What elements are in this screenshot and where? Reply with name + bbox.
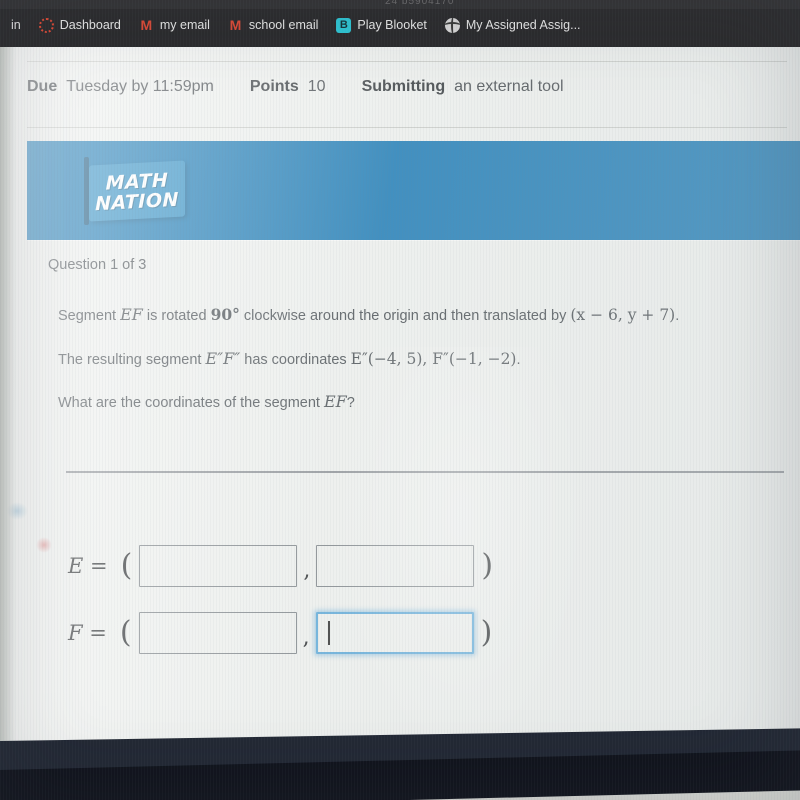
globe-icon: [444, 17, 460, 33]
photographed-screen: 24 b5904170 in Dashboard M my email M sc…: [0, 0, 800, 800]
bookmark-item-school-email[interactable]: M school email: [219, 15, 327, 36]
q3-text-b: ?: [346, 395, 355, 411]
q1-segment: EF: [120, 305, 143, 324]
answer-f-x-input[interactable]: [138, 612, 297, 654]
open-paren-f: (: [119, 615, 132, 650]
answer-e-y-input[interactable]: [316, 545, 475, 587]
q2-text-c: .: [516, 352, 521, 368]
meta-bottom-divider: [27, 127, 787, 128]
answer-f-x-wrap: [138, 612, 297, 654]
logo-line-2: NATION: [95, 188, 179, 216]
comma-e: ,: [303, 558, 311, 583]
bookmark-label: my email: [159, 18, 210, 32]
left-edge-shadow: [0, 47, 16, 747]
q2-text-b: has coordinates: [240, 352, 351, 368]
due-group: Due Tuesday by 11:59pm: [27, 78, 214, 96]
bookmark-label: My Assigned Assig...: [465, 18, 581, 32]
open-paren-e: (: [120, 548, 133, 583]
q1-text-b: is rotated: [142, 308, 211, 324]
assignment-meta: Due Tuesday by 11:59pm Points 10 Submitt…: [27, 67, 767, 107]
submitting-value: an external tool: [454, 78, 564, 95]
address-bar-text: 24 b5904170: [385, 0, 455, 7]
answer-row-e: E = ( , ): [68, 545, 500, 587]
q2-segment: E″F″: [205, 349, 241, 368]
browser-chrome: 24 b5904170 in Dashboard M my email M sc…: [0, 0, 800, 47]
q2-coordinates: E″(−4, 5), F″(−1, −2): [350, 350, 517, 368]
q3-text-a: What are the coordinates of the segment: [58, 395, 324, 411]
answer-label-e: E =: [68, 554, 108, 578]
answer-f-y-wrap: [315, 612, 474, 654]
answer-section-divider: [66, 471, 784, 473]
close-paren-f: ): [480, 615, 493, 650]
bookmark-item-partial[interactable]: in: [2, 15, 30, 35]
bookmark-label: in: [11, 18, 21, 32]
q3-segment: EF: [323, 392, 347, 411]
bookmark-label: school email: [248, 18, 319, 32]
close-paren-e: ): [481, 548, 494, 583]
answer-label-f: F =: [68, 621, 107, 645]
gmail-icon: M: [229, 17, 242, 33]
math-nation-logo: MATH NATION: [89, 160, 185, 222]
due-value: Tuesday by 11:59pm: [66, 78, 214, 95]
comma-f: ,: [302, 625, 310, 650]
points-value: 10: [307, 78, 326, 95]
q1-text-d: .: [675, 308, 680, 324]
q1-angle: 90°: [210, 305, 240, 324]
q1-text-a: Segment: [58, 308, 121, 324]
bookmark-item-play-blooket[interactable]: B Play Blooket: [327, 15, 435, 36]
assignment-page: Due Tuesday by 11:59pm Points 10 Submitt…: [0, 47, 800, 781]
question-counter: Question 1 of 3: [48, 257, 147, 273]
points-label: Points: [249, 78, 299, 95]
bookmarks-bar: in Dashboard M my email M school email B…: [0, 9, 800, 41]
bookmark-label: Play Blooket: [357, 18, 427, 32]
question-line-1: Segment EF is rotated 90° clockwise arou…: [58, 305, 679, 324]
answer-f-y-input[interactable]: [315, 612, 474, 654]
math-nation-banner: MATH NATION: [27, 141, 800, 240]
answer-e-x-input[interactable]: [139, 545, 298, 587]
canvas-icon: [38, 17, 54, 33]
meta-top-divider: [27, 61, 787, 62]
question-line-2: The resulting segment E″F″ has coordinat…: [58, 349, 521, 368]
answer-row-f: F = ( , ): [68, 612, 499, 654]
address-bar-strip[interactable]: 24 b5904170: [0, 0, 800, 9]
bookmark-item-dashboard[interactable]: Dashboard: [30, 15, 130, 36]
q2-text-a: The resulting segment: [58, 352, 206, 368]
bookmark-item-my-email[interactable]: M my email: [130, 15, 219, 36]
question-line-3: What are the coordinates of the segment …: [58, 392, 355, 411]
bookmark-item-my-assigned-assignments[interactable]: My Assigned Assig...: [436, 15, 590, 36]
q1-text-c: clockwise around the origin and then tra…: [239, 308, 571, 324]
q1-translation: (x − 6, y + 7): [570, 306, 676, 324]
gmail-icon: M: [140, 17, 153, 33]
blooket-icon: B: [336, 17, 352, 33]
answer-e-y-wrap: [316, 545, 475, 587]
submitting-label: Submitting: [361, 78, 446, 95]
points-group: Points 10: [250, 78, 326, 96]
answer-e-x-wrap: [139, 545, 298, 587]
bookmark-label: Dashboard: [59, 18, 121, 32]
submitting-group: Submitting an external tool: [362, 78, 564, 96]
photo-artifact-red: [36, 537, 52, 553]
due-label: Due: [27, 78, 58, 95]
text-caret: [327, 621, 330, 645]
